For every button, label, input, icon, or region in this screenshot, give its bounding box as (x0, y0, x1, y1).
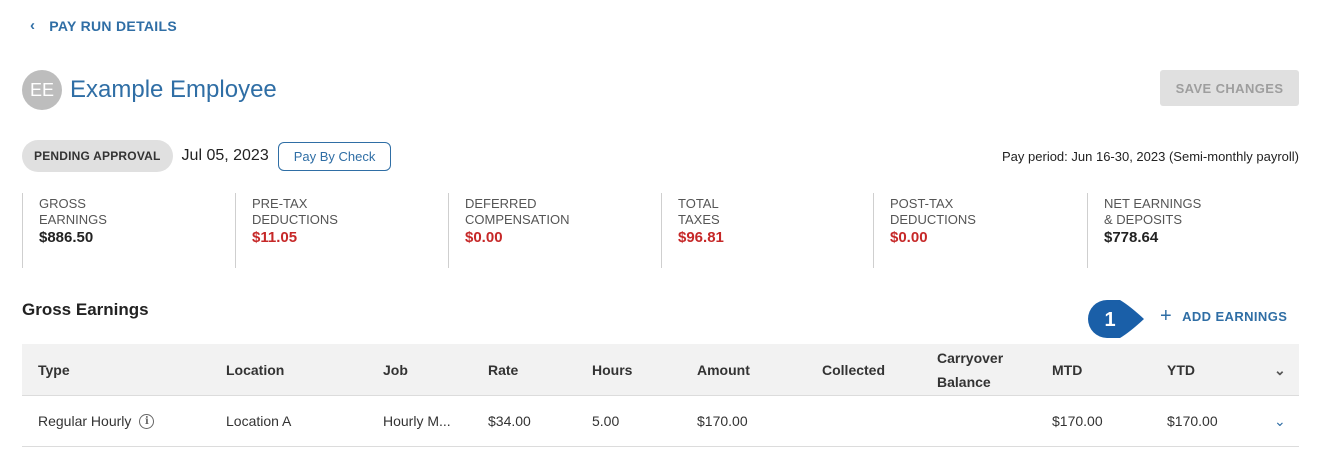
pay-date: Jul 05, 2023 (181, 147, 269, 164)
column-header-rate[interactable]: Rate (488, 358, 518, 382)
cell-location: Location A (226, 413, 292, 429)
summary-label: NET EARNINGS & DEPOSITS (1104, 196, 1202, 227)
pay-by-check-button[interactable]: Pay By Check (277, 141, 392, 171)
avatar: EE (22, 70, 62, 110)
column-header-collected[interactable]: Collected (822, 358, 885, 382)
summary-label: PRE-TAX DEDUCTIONS (252, 196, 338, 227)
cell-mtd: $170.00 (1052, 413, 1103, 429)
summary-value: $886.50 (39, 229, 94, 246)
callout-number: 1 (1104, 309, 1115, 331)
column-header-carryover-balance[interactable]: Carryover Balance (937, 346, 1003, 394)
table-row[interactable]: Regular Hourly i Location A Hourly M... … (22, 396, 1299, 447)
cell-ytd: $170.00 (1167, 413, 1218, 429)
table-header: Type Location Job Rate Hours Amount Coll… (22, 344, 1299, 396)
column-header-hours[interactable]: Hours (592, 358, 632, 382)
status-row: PENDING APPROVAL Jul 05, 2023 Pay By Che… (22, 140, 1299, 172)
cell-type-text: Regular Hourly (38, 413, 132, 429)
employee-name: Example Employee (70, 76, 277, 103)
status-badge: PENDING APPROVAL (22, 140, 173, 172)
chevron-down-icon[interactable]: ⌄ (1274, 358, 1286, 382)
summary-post-tax-deductions: POST-TAX DEDUCTIONS $0.00 (873, 193, 1087, 268)
column-header-mtd[interactable]: MTD (1052, 358, 1082, 382)
summary-total-taxes: TOTAL TAXES $96.81 (661, 193, 873, 268)
summary-label: DEFERRED COMPENSATION (465, 196, 570, 227)
column-header-line: Balance (937, 373, 991, 390)
section-title: Gross Earnings (22, 300, 149, 319)
summary-label: POST-TAX DEDUCTIONS (890, 196, 976, 227)
column-header-location[interactable]: Location (226, 358, 284, 382)
back-to-pay-run-link[interactable]: ‹ PAY RUN DETAILS (30, 17, 177, 34)
expand-row-chevron-down-icon[interactable]: ⌄ (1274, 413, 1286, 430)
summary-value: $778.64 (1104, 229, 1159, 246)
summary-deferred-compensation: DEFERRED COMPENSATION $0.00 (448, 193, 661, 268)
cell-amount: $170.00 (697, 413, 748, 429)
plus-icon: + (1160, 305, 1173, 327)
summary-bar: GROSS EARNINGS $886.50 PRE-TAX DEDUCTION… (22, 193, 1300, 268)
summary-pre-tax-deductions: PRE-TAX DEDUCTIONS $11.05 (235, 193, 448, 268)
summary-label: GROSS EARNINGS (39, 196, 107, 227)
column-header-amount[interactable]: Amount (697, 358, 750, 382)
pay-period: Pay period: Jun 16-30, 2023 (Semi-monthl… (1002, 148, 1299, 164)
save-changes-button[interactable]: SAVE CHANGES (1160, 70, 1299, 106)
cell-type: Regular Hourly i (38, 413, 155, 429)
summary-label: TOTAL TAXES (678, 196, 720, 227)
column-header-job[interactable]: Job (383, 358, 408, 382)
column-header-type[interactable]: Type (38, 358, 70, 382)
column-header-line: Carryover (937, 349, 1004, 366)
summary-gross-earnings: GROSS EARNINGS $886.50 (22, 193, 235, 268)
summary-net-earnings: NET EARNINGS & DEPOSITS $778.64 (1087, 193, 1300, 268)
cell-hours: 5.00 (592, 413, 620, 429)
column-header-ytd[interactable]: YTD (1167, 358, 1195, 382)
add-earnings-label: ADD EARNINGS (1182, 308, 1288, 324)
cell-rate: $34.00 (488, 413, 531, 429)
add-earnings-button[interactable]: + ADD EARNINGS (1160, 305, 1288, 327)
info-icon[interactable]: i (139, 413, 155, 429)
summary-value: $96.81 (678, 229, 724, 246)
step-callout: 1 (1088, 300, 1144, 338)
summary-value: $0.00 (465, 229, 503, 246)
earnings-table: Type Location Job Rate Hours Amount Coll… (22, 344, 1299, 447)
cell-job: Hourly M... (383, 413, 451, 429)
back-link-label: PAY RUN DETAILS (49, 17, 177, 34)
summary-value: $11.05 (252, 229, 298, 246)
employee-header: EE Example Employee (22, 70, 277, 110)
summary-value: $0.00 (890, 229, 928, 246)
chevron-left-icon: ‹ (30, 17, 36, 34)
